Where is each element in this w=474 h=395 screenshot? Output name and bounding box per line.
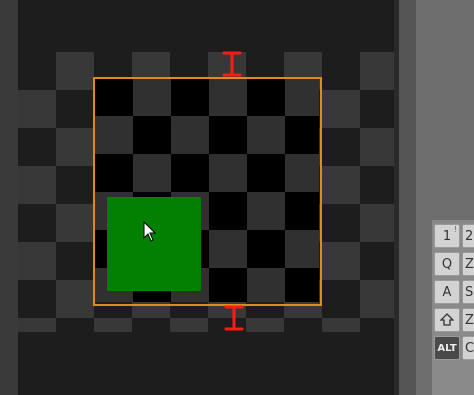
- key-z-label: Z: [465, 312, 474, 328]
- side-panel: [399, 0, 416, 395]
- resize-handle-bottom-icon[interactable]: [222, 304, 246, 332]
- key-1-sublabel: !: [453, 225, 457, 234]
- key-2[interactable]: 2: [462, 224, 474, 248]
- mouse-pointer-icon: [143, 221, 157, 242]
- shift-arrow-icon: [440, 313, 454, 326]
- key-s[interactable]: S: [462, 280, 474, 304]
- key-q[interactable]: Q: [434, 252, 460, 276]
- virtual-keyboard: 1 ! 2 Q Z A S Z ALT C: [432, 220, 474, 395]
- key-c[interactable]: C: [462, 336, 474, 360]
- key-1-label: 1: [442, 228, 452, 244]
- resize-handle-top-icon[interactable]: [220, 50, 244, 78]
- key-a-label: A: [442, 284, 452, 300]
- key-c-label: C: [465, 340, 474, 356]
- key-q-label: Q: [441, 256, 453, 272]
- key-2-label: 2: [465, 228, 474, 244]
- left-border: [0, 0, 18, 395]
- key-alt-label: ALT: [437, 342, 457, 354]
- key-w[interactable]: Z: [462, 252, 474, 276]
- key-s-label: S: [465, 284, 474, 300]
- key-shift[interactable]: [434, 308, 460, 332]
- key-w-label: Z: [465, 256, 474, 272]
- key-z[interactable]: Z: [462, 308, 474, 332]
- key-1[interactable]: 1 !: [434, 224, 460, 248]
- selection-frame[interactable]: [93, 77, 322, 306]
- key-a[interactable]: A: [434, 280, 460, 304]
- key-alt[interactable]: ALT: [434, 336, 460, 360]
